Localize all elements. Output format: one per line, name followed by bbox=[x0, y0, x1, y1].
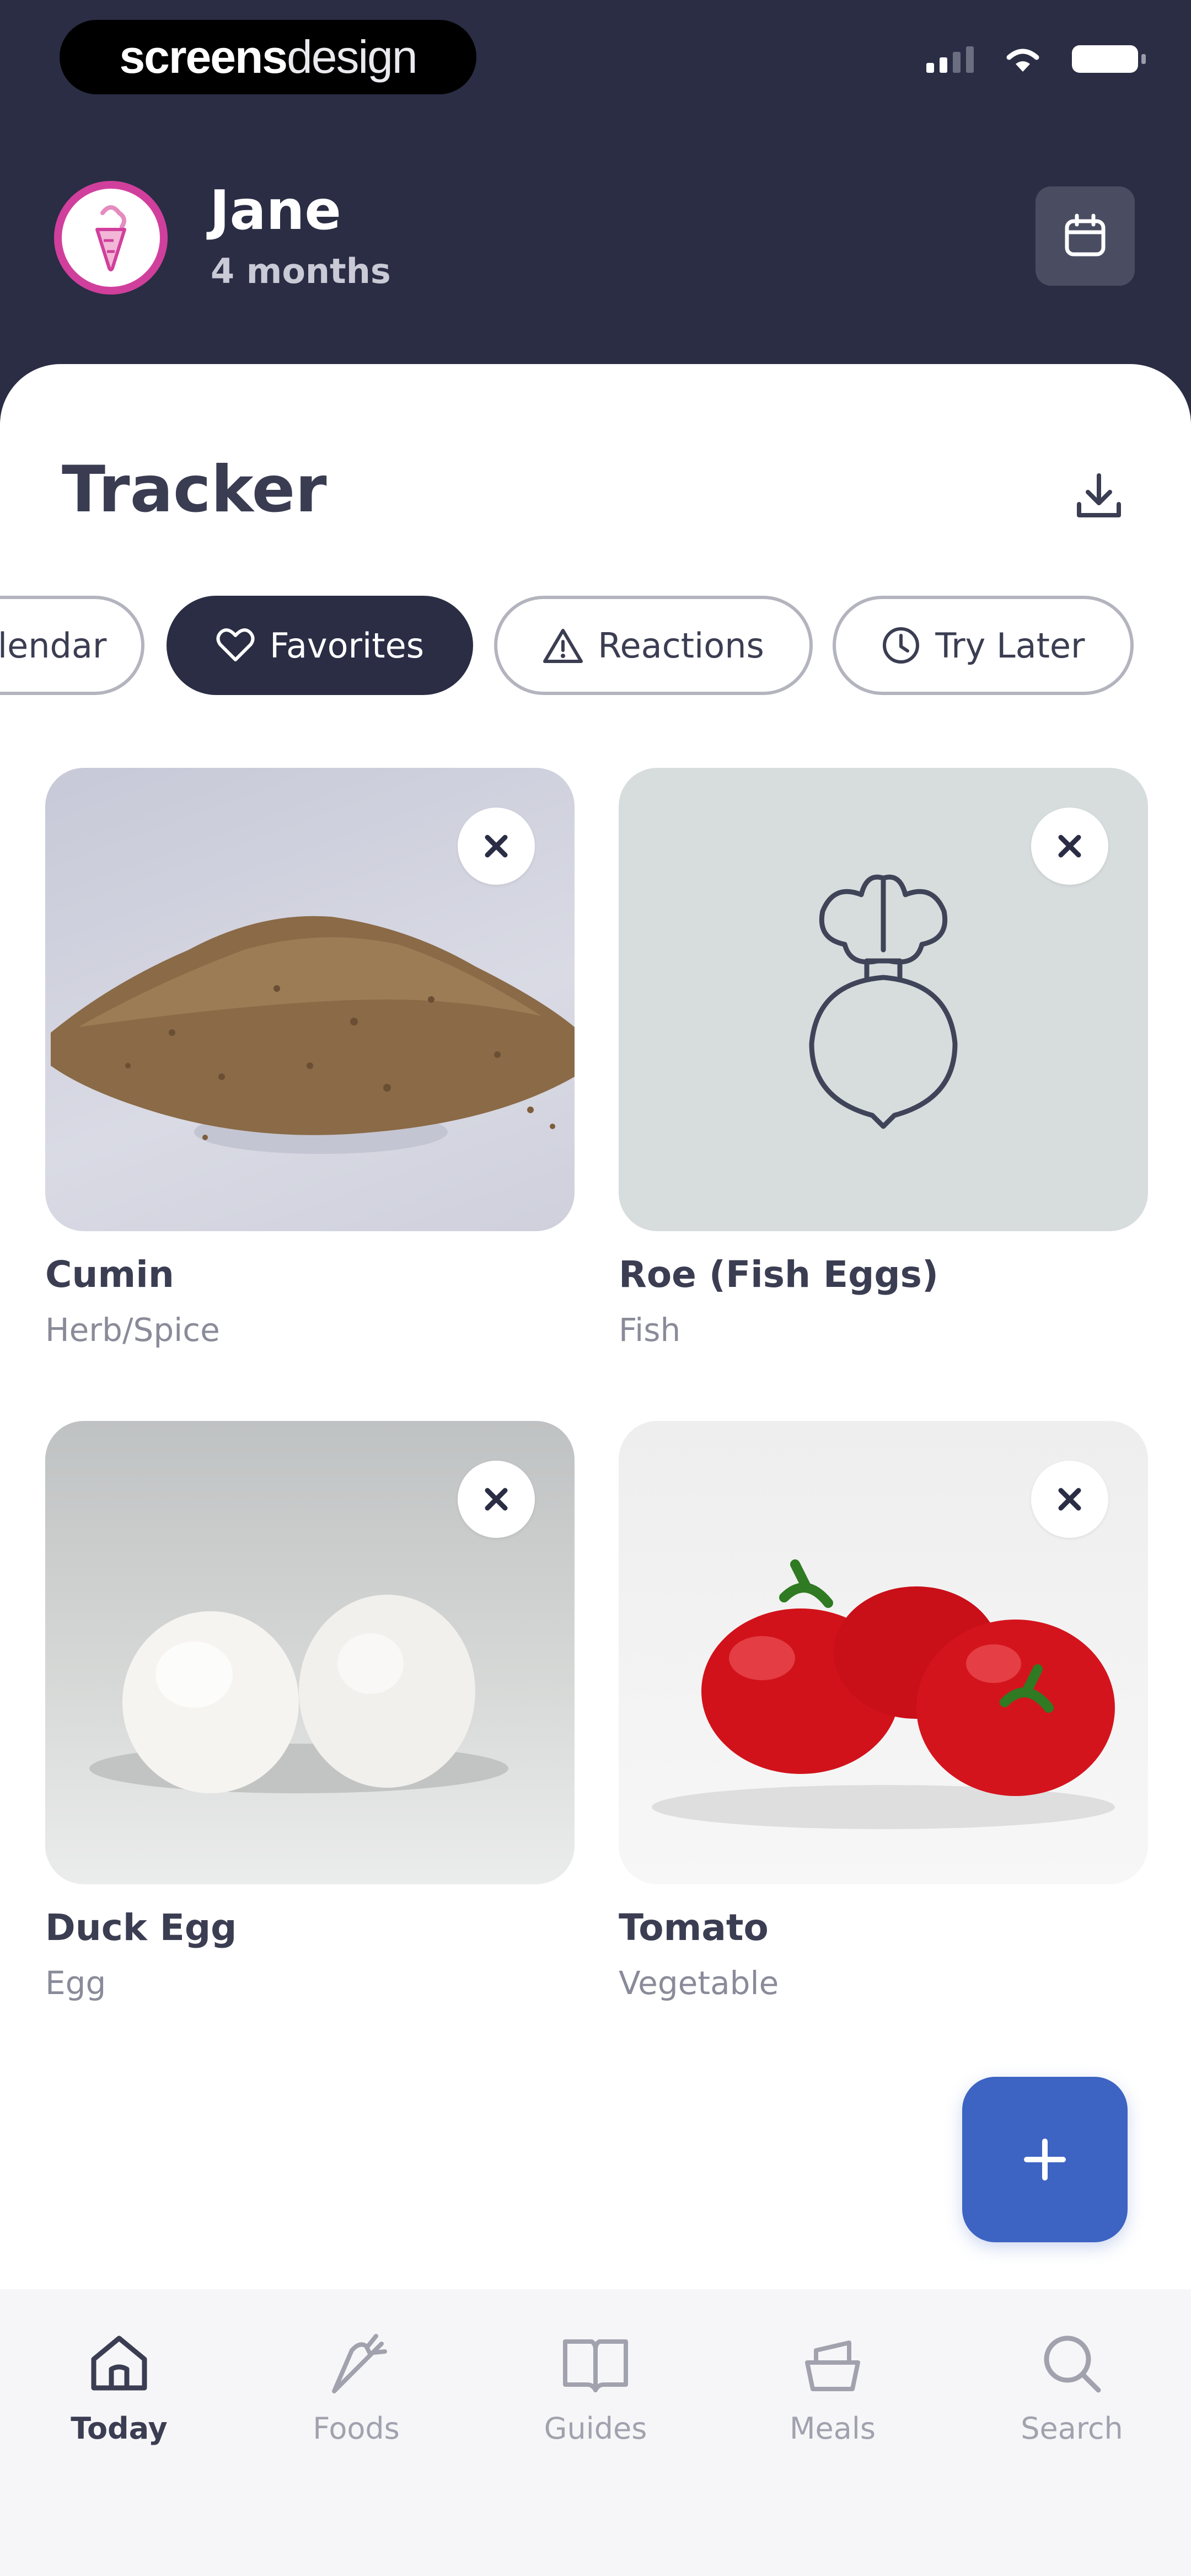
tab-search[interactable]: Search bbox=[989, 2325, 1155, 2468]
food-name: Tomato bbox=[619, 1906, 769, 1949]
bowl-icon bbox=[805, 2340, 860, 2391]
download-button[interactable] bbox=[1069, 466, 1129, 527]
tab-label: Guides bbox=[544, 2411, 647, 2446]
remove-favorite-button[interactable] bbox=[1031, 808, 1108, 885]
food-category: Fish bbox=[619, 1311, 681, 1349]
close-icon bbox=[1058, 835, 1081, 858]
remove-favorite-button[interactable] bbox=[458, 808, 535, 885]
status-icons bbox=[926, 44, 1146, 74]
tab-meals[interactable]: Meals bbox=[750, 2325, 915, 2468]
food-name: Roe (Fish Eggs) bbox=[619, 1253, 939, 1296]
carrot-avatar-icon bbox=[95, 205, 126, 271]
tab-label: Today bbox=[71, 2411, 168, 2446]
food-category: Herb/Spice bbox=[45, 1311, 220, 1349]
filter-chip-favorites[interactable]: Favorites bbox=[167, 596, 473, 695]
child-name: Jane bbox=[210, 179, 341, 242]
warning-icon bbox=[543, 629, 583, 663]
brand-bold-text: screens bbox=[119, 31, 288, 83]
brand-light-text: design bbox=[287, 31, 418, 83]
plus-icon bbox=[1024, 2139, 1066, 2180]
wifi-icon bbox=[1006, 49, 1039, 72]
filter-chip-calendar[interactable]: Calendar bbox=[0, 596, 144, 695]
food-name: Duck Egg bbox=[45, 1906, 237, 1949]
child-age: 4 months bbox=[211, 251, 391, 291]
home-icon bbox=[91, 2335, 147, 2391]
remove-favorite-button[interactable] bbox=[1031, 1461, 1108, 1538]
book-icon bbox=[563, 2339, 628, 2392]
battery-icon bbox=[1072, 45, 1146, 73]
tab-foods[interactable]: Foods bbox=[273, 2325, 439, 2468]
filter-chip-label: Reactions bbox=[598, 625, 764, 666]
calendar-button[interactable] bbox=[1036, 186, 1135, 286]
filter-chip-label: Try Later bbox=[935, 625, 1085, 666]
bottom-tab-bar: Today Foods Guides Meals Search bbox=[0, 2289, 1191, 2576]
avatar[interactable] bbox=[54, 181, 168, 295]
remove-favorite-button[interactable] bbox=[458, 1461, 535, 1538]
filter-chip-label: Calendar bbox=[0, 625, 107, 666]
add-food-button[interactable] bbox=[962, 2077, 1128, 2242]
download-icon bbox=[1077, 473, 1121, 517]
close-icon bbox=[1058, 1488, 1081, 1511]
food-category: Egg bbox=[45, 1964, 106, 2002]
food-name: Cumin bbox=[45, 1253, 174, 1296]
tab-today[interactable]: Today bbox=[36, 2325, 202, 2468]
tab-label: Meals bbox=[789, 2411, 876, 2446]
tab-label: Foods bbox=[313, 2411, 400, 2446]
carrot-icon bbox=[332, 2334, 387, 2393]
close-icon bbox=[485, 1488, 508, 1511]
heart-icon bbox=[216, 628, 255, 661]
filter-chip-label: Favorites bbox=[269, 625, 425, 666]
tab-label: Search bbox=[1021, 2411, 1123, 2446]
filter-chip-reactions[interactable]: Reactions bbox=[494, 596, 813, 695]
filter-chips: Calendar Favorites Reactions Try Later bbox=[0, 596, 1191, 698]
page-title: Tracker bbox=[62, 452, 327, 527]
screensdesign-watermark: screens design bbox=[60, 20, 476, 94]
tab-guides[interactable]: Guides bbox=[513, 2325, 678, 2468]
clock-icon bbox=[883, 627, 920, 664]
filter-chip-try-later[interactable]: Try Later bbox=[833, 596, 1134, 695]
food-category: Vegetable bbox=[619, 1964, 779, 2002]
cellular-signal-icon bbox=[926, 45, 974, 73]
search-icon bbox=[1044, 2335, 1101, 2393]
close-icon bbox=[485, 835, 508, 858]
calendar-icon bbox=[1065, 213, 1106, 256]
